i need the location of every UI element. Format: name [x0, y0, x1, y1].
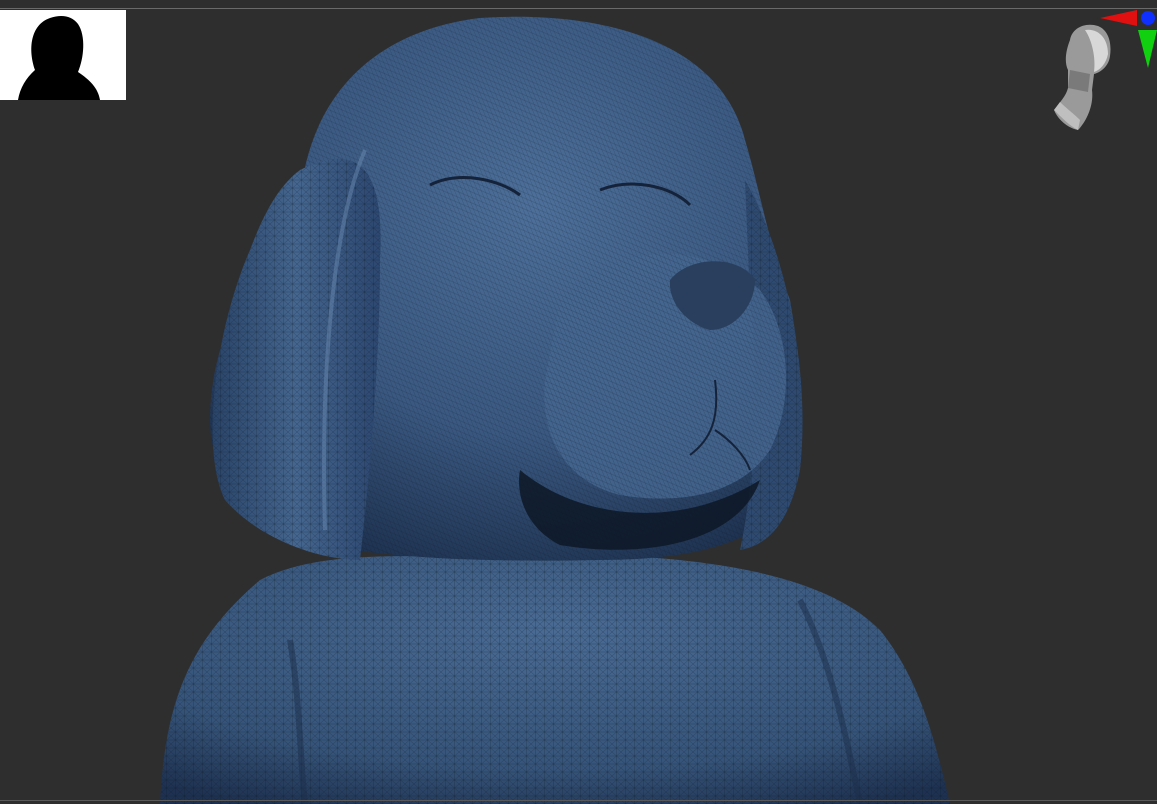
- viewport-bottom-border: [0, 800, 1157, 801]
- y-axis-icon: [1138, 30, 1157, 68]
- model-left-ear: [212, 149, 381, 560]
- x-axis-icon: [1100, 10, 1137, 26]
- gizmo-head: [1054, 24, 1111, 130]
- z-axis-icon: [1141, 11, 1155, 25]
- silhouette-thumbnail[interactable]: [0, 10, 126, 100]
- head-orientation-icon[interactable]: [1050, 10, 1157, 135]
- silhouette-shape: [18, 16, 100, 100]
- 3d-viewport[interactable]: [0, 0, 1157, 804]
- model-body: [160, 555, 950, 804]
- sculpt-canvas[interactable]: [0, 0, 1157, 804]
